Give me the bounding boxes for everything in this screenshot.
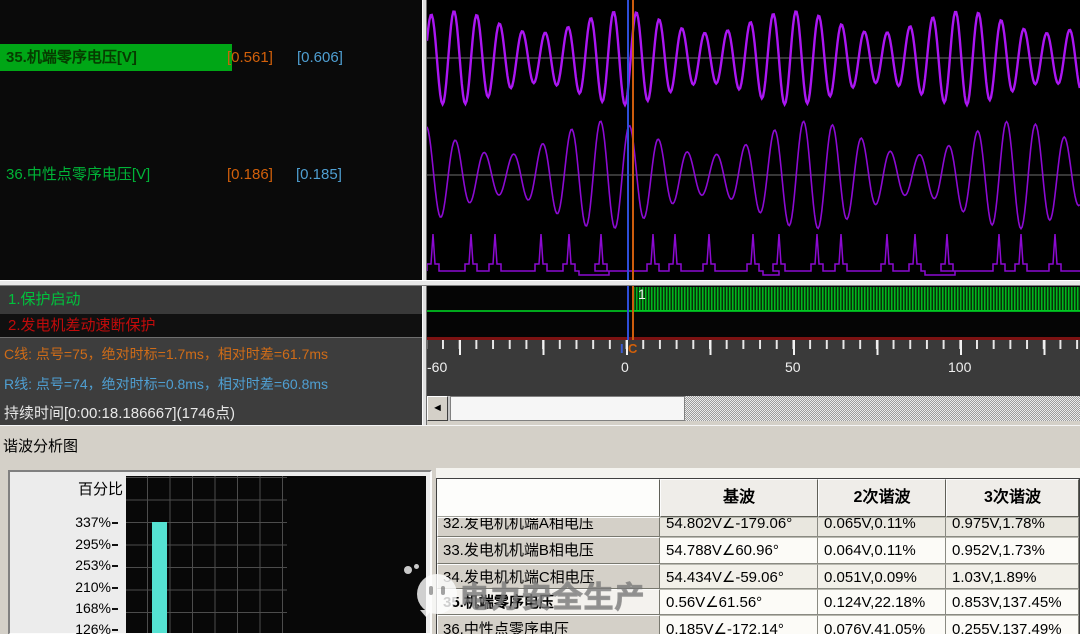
digital-trace-flag: 1 <box>638 286 646 302</box>
ruler-label-0: 0 <box>621 359 629 375</box>
channel-row-35[interactable]: 35.机端零序电压[V] <box>0 44 232 71</box>
r-cursor-line[interactable] <box>627 0 629 340</box>
channel-row-36[interactable]: 36.中性点零序电压[V] <box>6 163 150 187</box>
scrollbar-left-arrow-button[interactable]: ◄ <box>427 396 448 421</box>
harmonic-section-title: 谐波分析图 <box>3 435 78 456</box>
row32-h2: 0.065V,0.11% <box>824 517 945 536</box>
panel-vertical-divider[interactable] <box>422 0 427 425</box>
harmonic-ytick-295: 295% <box>10 536 118 552</box>
row36-h3: 0.255V,137.49% <box>952 616 1078 634</box>
panel-horizontal-divider <box>0 280 1080 286</box>
ruler-label-100: 100 <box>948 359 971 375</box>
header-fundamental: 基波 <box>660 479 818 517</box>
r-cursor-marker[interactable]: I <box>620 341 624 356</box>
waveform-area: 1 -60 0 50 100 I C ◄ <box>427 0 1080 425</box>
c-cursor-marker[interactable]: C <box>628 341 637 356</box>
row34-h2: 0.051V,0.09% <box>824 565 945 589</box>
row33-h2: 0.064V,0.11% <box>824 538 945 563</box>
row36-h2: 0.076V,41.05% <box>824 616 945 634</box>
row34-fundamental: 54.434V∠-59.06° <box>666 565 817 589</box>
row34-name: 34.发电机机端C相电压 <box>443 565 659 589</box>
time-ruler[interactable]: -60 0 50 100 I C <box>427 340 1080 396</box>
r-cursor-info: R线: 点号=74，绝对时标=0.8ms，相对时差=60.8ms <box>4 374 328 394</box>
row35-h2: 0.124V,22.18% <box>824 590 945 615</box>
digital-trace-active-block <box>633 287 1080 311</box>
harmonic-ytick-337: 337% <box>10 514 118 530</box>
c-cursor-line[interactable] <box>632 0 634 340</box>
ruler-major-ticks <box>427 340 1080 355</box>
event-row-diff-trip[interactable]: 2.发电机差动速断保护 <box>0 314 422 337</box>
row35-fundamental: 0.56V∠61.56° <box>666 590 817 615</box>
digital-trace-area[interactable]: 1 <box>427 286 1080 337</box>
channel-35-cursor-r-value: [0.606] <box>297 49 343 66</box>
table-row-36[interactable]: 36.中性点零序电压 0.185V∠-172.14° 0.076V,41.05%… <box>437 615 1079 634</box>
scrollbar-track[interactable] <box>685 396 1080 421</box>
row35-name: 35.机端零序电压 <box>443 590 659 615</box>
scrollbar-thumb[interactable] <box>450 396 685 421</box>
harmonic-chart-ylabel: 百分比 <box>10 478 123 499</box>
analog-waveform-plot[interactable] <box>427 0 1080 280</box>
harmonic-ytick-210: 210% <box>10 579 118 595</box>
c-cursor-info: C线: 点号=75，绝对时标=1.7ms，相对时差=61.7ms <box>4 344 328 364</box>
harmonic-analysis-section: 谐波分析图 百分比 337% 295% 253% 210% 168% 126% … <box>0 425 1080 634</box>
event-protection-start-label: 1.保护启动 <box>0 286 422 314</box>
cursor-info-panel: C线: 点号=75，绝对时标=1.7ms，相对时差=61.7ms R线: 点号=… <box>0 337 422 425</box>
harmonic-ytick-253: 253% <box>10 557 118 573</box>
fault-recorder-app: 35.机端零序电压[V] [0.561] [0.606] 36.中性点零序电压[… <box>0 0 1080 634</box>
row34-h3: 1.03V,1.89% <box>952 565 1078 589</box>
channel-36-cursor-r-value: [0.185] <box>296 166 342 183</box>
horizontal-scrollbar: ◄ <box>427 396 1080 421</box>
row35-h3: 0.853V,137.45% <box>952 590 1078 615</box>
table-row-32[interactable]: 32.发电机机端A相电压 54.802V∠-179.06° 0.065V,0.1… <box>437 517 1079 537</box>
row36-fundamental: 0.185V∠-172.14° <box>666 616 817 634</box>
harmonic-ytick-126: 126% <box>10 621 118 634</box>
ruler-label-minus60: -60 <box>427 359 447 375</box>
header-channel-column <box>437 479 660 517</box>
harmonic-ytick-168: 168% <box>10 600 118 616</box>
row33-fundamental: 54.788V∠60.96° <box>666 538 817 563</box>
harmonic-bar-fundamental <box>152 522 167 633</box>
harmonic-bar-chart <box>126 476 426 633</box>
harmonic-chart-grid <box>126 476 287 633</box>
record-duration-info: 持续时间[0:00:18.186667](1746点) <box>4 402 235 423</box>
table-row-33[interactable]: 33.发电机机端B相电压 54.788V∠60.96° 0.064V,0.11%… <box>437 537 1079 564</box>
channel-36-cursor-c-value: [0.186] <box>227 166 273 183</box>
harmonic-table-panel: 基波 2次谐波 3次谐波 32.发电机机端A相电压 54.802V∠-179.0… <box>436 468 1080 634</box>
table-row-35-selected[interactable]: 35.机端零序电压 0.56V∠61.56° 0.124V,22.18% 0.8… <box>437 589 1079 615</box>
channel-list-panel: 35.机端零序电压[V] [0.561] [0.606] 36.中性点零序电压[… <box>0 0 422 425</box>
row33-name: 33.发电机机端B相电压 <box>443 538 659 563</box>
row32-name: 32.发电机机端A相电压 <box>443 517 659 536</box>
harmonic-chart-panel: 百分比 337% 295% 253% 210% 168% 126% <box>8 470 432 634</box>
header-3rd-harmonic: 3次谐波 <box>946 479 1079 517</box>
channel-35-cursor-c-value: [0.561] <box>227 49 273 66</box>
channel-35-label: 35.机端零序电压[V] <box>6 44 137 71</box>
ruler-label-50: 50 <box>785 359 801 375</box>
row32-h3: 0.975V,1.78% <box>952 517 1078 536</box>
event-diff-trip-label: 2.发电机差动速断保护 <box>0 314 422 337</box>
row33-h3: 0.952V,1.73% <box>952 538 1078 563</box>
row32-fundamental: 54.802V∠-179.06° <box>666 517 817 536</box>
table-row-34[interactable]: 34.发电机机端C相电压 54.434V∠-59.06° 0.051V,0.09… <box>437 564 1079 589</box>
harmonic-table-header-row: 基波 2次谐波 3次谐波 <box>437 479 1079 517</box>
row36-name: 36.中性点零序电压 <box>443 616 659 634</box>
header-2nd-harmonic: 2次谐波 <box>818 479 946 517</box>
event-row-protection-start[interactable]: 1.保护启动 <box>0 286 422 314</box>
